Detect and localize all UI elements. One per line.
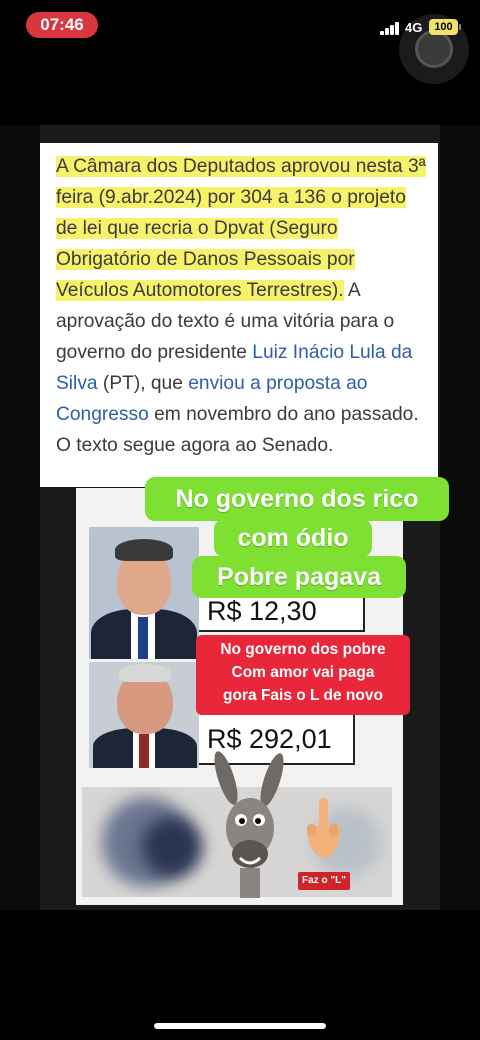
battery-icon: 100	[429, 19, 458, 35]
green-caption-line-1[interactable]: No governo dos rico	[145, 477, 449, 521]
highlighted-text: A Câmara dos Deputados aprovou nesta 3ª …	[56, 156, 426, 301]
news-article-screenshot: A Câmara dos Deputados aprovou nesta 3ª …	[40, 143, 438, 487]
red-caption-line-2: Com amor vai paga	[231, 664, 375, 681]
green-caption-line-2[interactable]: com ódio	[214, 519, 372, 557]
battery-cap	[459, 24, 461, 30]
network-type: 4G	[405, 20, 423, 35]
video-side-left	[0, 125, 40, 910]
signal-strength-icon	[380, 22, 402, 35]
faz-o-l-badge: Faz o "L"	[298, 872, 350, 890]
donkey-character-icon	[214, 751, 284, 898]
red-caption[interactable]: No governo dos pobre Com amor vai paga g…	[196, 635, 410, 715]
green-caption-line-3[interactable]: Pobre pagava	[192, 556, 406, 598]
status-time[interactable]: 07:46	[26, 12, 98, 38]
middle-finger-icon	[307, 798, 340, 858]
red-caption-line-1: No governo dos pobre	[220, 641, 386, 658]
red-caption-line-3: gora Fais o L de novo	[223, 687, 383, 704]
status-bar: 07:46 4G 100	[0, 0, 480, 84]
home-indicator[interactable]	[154, 1023, 326, 1029]
portrait-photo-1	[89, 527, 199, 659]
article-text-b: (PT), que	[97, 373, 189, 394]
article-paragraph: A Câmara dos Deputados aprovou nesta 3ª …	[56, 151, 426, 461]
portrait-photo-2	[89, 662, 199, 768]
assistive-touch-icon	[415, 30, 453, 68]
